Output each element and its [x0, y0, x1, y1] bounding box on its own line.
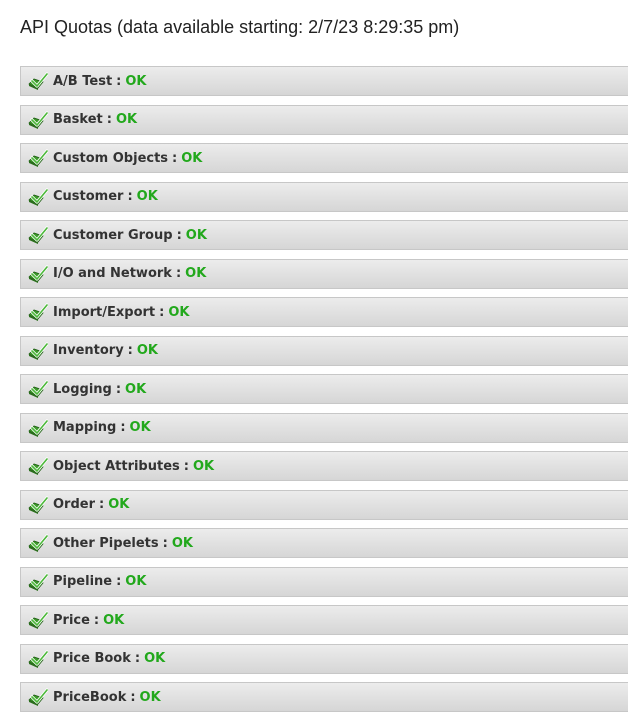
quota-row-customer[interactable]: Customer : OK [20, 181, 628, 212]
quota-name: Customer [53, 189, 124, 204]
quota-row-inventory[interactable]: Inventory : OK [20, 335, 628, 366]
check-folder-icon [28, 418, 48, 438]
check-folder-icon [28, 456, 48, 476]
quota-row-pricebook[interactable]: PriceBook : OK [20, 682, 628, 712]
quota-name: Inventory [53, 343, 124, 358]
quota-separator: : [120, 420, 126, 435]
quota-name: Price [53, 612, 90, 628]
quota-row-logging[interactable]: Logging : OK [20, 374, 628, 404]
quota-row-order[interactable]: Order : OK [20, 489, 628, 520]
quota-row-customer-group[interactable]: Customer Group : OK [20, 220, 628, 250]
quota-separator: : [99, 497, 105, 512]
quota-name: I/O and Network [53, 266, 172, 281]
quota-separator: : [134, 651, 141, 666]
quota-row-basket[interactable]: Basket : OK [20, 104, 628, 135]
quota-row-ab-test[interactable]: A/B Test : OK [20, 66, 628, 96]
quota-separator: : [116, 574, 122, 589]
quota-separator: : [127, 189, 133, 204]
quota-row-object-attributes[interactable]: Object Attributes : OK [20, 451, 628, 481]
quota-name: Order [53, 497, 95, 512]
quota-name: Logging [53, 381, 112, 397]
quota-separator: : [172, 150, 178, 166]
quota-row-other-pipelets[interactable]: Other Pipelets : OK [20, 528, 628, 558]
quota-status: OK [136, 343, 158, 358]
quota-status: OK [185, 227, 207, 243]
quota-status: OK [115, 112, 138, 127]
check-folder-icon [28, 264, 48, 284]
quota-list: A/B Test : OK Basket : OK Custom Objects… [20, 66, 628, 721]
check-folder-icon [28, 649, 48, 669]
check-folder-icon [28, 341, 48, 361]
check-folder-icon [28, 687, 48, 707]
check-folder-icon [28, 572, 48, 592]
quota-separator: : [159, 304, 165, 320]
quota-row-mapping[interactable]: Mapping : OK [20, 412, 628, 443]
quota-name: Basket [53, 112, 103, 127]
check-folder-icon [28, 533, 48, 553]
quota-row-pipeline[interactable]: Pipeline : OK [20, 566, 628, 597]
check-folder-icon [28, 495, 48, 515]
quota-name: Object Attributes [53, 458, 180, 474]
quota-separator: : [176, 227, 182, 243]
quota-name: Pipeline [53, 574, 113, 589]
quota-name: Import/Export [53, 304, 156, 320]
quota-separator: : [106, 112, 112, 127]
quota-separator: : [183, 458, 189, 474]
quota-separator: : [127, 343, 133, 358]
quota-row-import-export[interactable]: Import/Export : OK [20, 297, 628, 327]
quota-separator: : [93, 612, 100, 628]
check-folder-icon [28, 225, 48, 245]
check-folder-icon [28, 610, 48, 630]
quota-separator: : [175, 266, 182, 281]
quota-status: OK [181, 150, 203, 166]
quota-status: OK [129, 420, 151, 435]
check-folder-icon [28, 148, 48, 168]
quota-status: OK [171, 535, 193, 551]
check-folder-icon [28, 379, 48, 399]
quota-row-io-and-network[interactable]: I/O and Network : OK [20, 258, 628, 289]
check-folder-icon [28, 187, 48, 207]
quota-name: Customer Group [53, 227, 173, 243]
check-folder-icon [28, 71, 48, 91]
quota-name: A/B Test [53, 73, 113, 89]
quota-status: OK [185, 266, 207, 281]
quota-name: Price Book [53, 651, 131, 666]
quota-separator: : [162, 535, 168, 551]
quota-status: OK [125, 574, 147, 589]
quota-separator: : [115, 381, 122, 397]
quota-separator: : [116, 73, 122, 89]
quota-status: OK [125, 73, 147, 89]
quota-name: Other Pipelets [53, 535, 159, 551]
quota-separator: : [130, 689, 136, 705]
quota-row-price-book[interactable]: Price Book : OK [20, 643, 628, 674]
check-folder-icon [28, 110, 48, 130]
quota-name: Custom Objects [53, 150, 169, 166]
quota-status: OK [125, 381, 147, 397]
quota-status: OK [108, 497, 130, 512]
page-title: API Quotas (data available starting: 2/7… [20, 17, 460, 37]
quota-status: OK [139, 689, 161, 705]
quota-status: OK [136, 189, 158, 204]
quota-status: OK [192, 458, 215, 474]
quota-name: PriceBook [53, 689, 127, 705]
quota-row-custom-objects[interactable]: Custom Objects : OK [20, 143, 628, 173]
quota-status: OK [168, 304, 190, 320]
quota-name: Mapping [53, 420, 117, 435]
quota-status: OK [144, 651, 166, 666]
quota-status: OK [103, 612, 125, 628]
check-folder-icon [28, 302, 48, 322]
quota-row-price[interactable]: Price : OK [20, 605, 628, 635]
